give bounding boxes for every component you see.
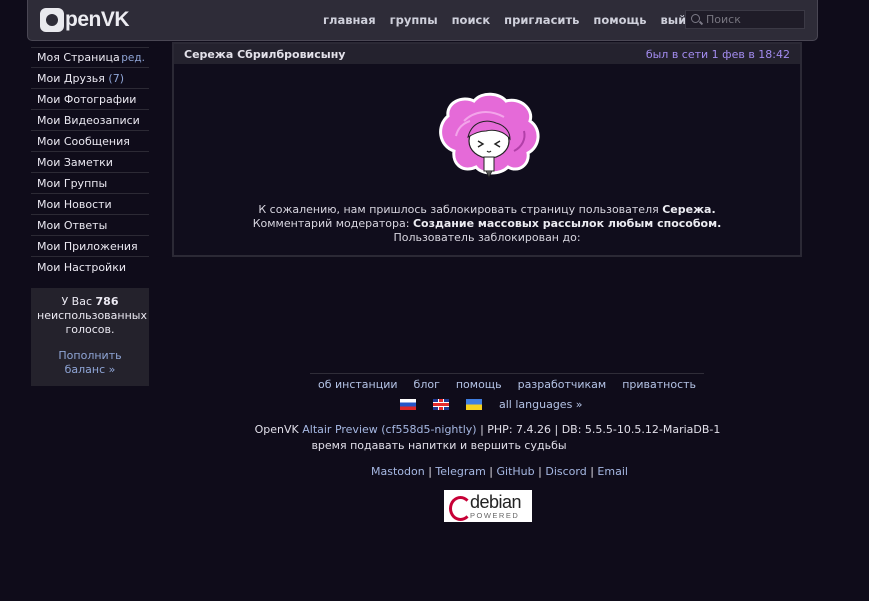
english-flag-icon[interactable]: [433, 399, 449, 410]
debian-powered: POWERED: [470, 510, 520, 520]
nav-invite[interactable]: пригласить: [504, 13, 579, 27]
sidebar-item-settings[interactable]: Мои Настройки: [31, 257, 149, 278]
footer-link-privacy[interactable]: приватность: [614, 373, 705, 397]
sidebar-item-label: Мои Сообщения: [37, 134, 130, 148]
balance-suffix: неиспользованных голосов.: [37, 309, 147, 336]
search-box: [685, 10, 805, 29]
sidebar-item-friends[interactable]: Мои Друзья (7): [31, 68, 149, 89]
blocked-mascot-image: [439, 92, 540, 178]
profile-header: Сережа Сбрилбровисыну был в сети 1 фев в…: [174, 44, 800, 64]
blocked-profile-card: Сережа Сбрилбровисыну был в сети 1 фев в…: [172, 42, 802, 257]
sidebar-item-label: Моя Страница: [37, 51, 120, 64]
footer-link-developers[interactable]: разработчикам: [509, 373, 615, 397]
nav-help[interactable]: помощь: [593, 13, 646, 27]
logo-icon: [40, 8, 64, 32]
blocked-user-name: Сережа.: [662, 203, 716, 216]
all-languages-link[interactable]: all languages »: [499, 398, 583, 411]
sidebar-item-label: Мои Настройки: [37, 261, 126, 274]
online-status: был в сети 1 фев в 18:42: [645, 47, 790, 61]
social-links: Mastodon | Telegram | GitHub | Discord |…: [371, 465, 628, 478]
blocked-message: К сожалению, нам пришлось заблокировать …: [174, 203, 800, 245]
sidebar-item-label: Мои Группы: [37, 176, 108, 190]
debian-powered-badge[interactable]: debian POWERED: [444, 490, 532, 522]
blocked-until: Пользователь заблокирован до:: [393, 231, 581, 244]
friends-count: (7): [108, 71, 124, 85]
sidebar-item-label: Мои Ответы: [37, 218, 108, 232]
language-selector: all languages »: [400, 398, 583, 411]
russian-flag-icon[interactable]: [400, 399, 416, 410]
sidebar-item-answers[interactable]: Мои Ответы: [31, 215, 149, 236]
sidebar-item-notes[interactable]: Мои Заметки: [31, 152, 149, 173]
openvk-logo[interactable]: penVK: [40, 7, 130, 33]
profile-name: Сережа Сбрилбровисыну: [184, 47, 346, 61]
sidebar-item-label: Мои Видеозаписи: [37, 113, 140, 127]
telegram-link[interactable]: Telegram: [435, 465, 485, 478]
top-nav: главная группы поиск пригласить помощь в…: [323, 13, 701, 27]
sidebar-item-label: Мои Новости: [37, 197, 112, 211]
sidebar-item-my-page[interactable]: Моя Страница ред.: [31, 47, 149, 68]
debian-word: debian: [470, 491, 522, 512]
logo-text: penVK: [65, 8, 130, 31]
sidebar-item-videos[interactable]: Мои Видеозаписи: [31, 110, 149, 131]
footer-link-about[interactable]: об инстанции: [310, 373, 406, 397]
sidebar-item-messages[interactable]: Мои Сообщения: [31, 131, 149, 152]
footer-link-blog[interactable]: блог: [405, 373, 448, 397]
sidebar-item-label: Мои Фотографии: [37, 92, 137, 106]
sidebar-item-label: Мои Заметки: [37, 155, 113, 169]
nav-home[interactable]: главная: [323, 13, 376, 27]
sidebar-item-label: Мои Друзья (7): [37, 71, 124, 85]
sidebar-item-apps[interactable]: Мои Приложения: [31, 236, 149, 257]
blocked-line-1: К сожалению, нам пришлось заблокировать …: [258, 203, 716, 216]
moderator-comment: Комментарий модератора: Создание массовы…: [252, 217, 722, 230]
moderator-comment-text: Создание массовых рассылок любым способо…: [412, 217, 722, 230]
edit-profile-link[interactable]: ред.: [121, 52, 145, 64]
search-input[interactable]: [706, 13, 802, 26]
footer-tagline: время подавать напитки и вершить судьбы: [311, 439, 567, 452]
sidebar-item-label: Мои Приложения: [37, 239, 138, 253]
sidebar-item-groups[interactable]: Мои Группы: [31, 173, 149, 194]
balance-prefix: У Вас: [61, 295, 93, 308]
nav-search[interactable]: поиск: [452, 13, 491, 27]
version-info: OpenVK Altair Preview (cf558d5-nightly) …: [254, 423, 721, 436]
search-icon: [690, 13, 704, 27]
balance-box: У Вас 786 неиспользованных голосов. Попо…: [31, 288, 149, 386]
github-link[interactable]: GitHub: [497, 465, 535, 478]
nav-groups[interactable]: группы: [390, 13, 438, 27]
email-link[interactable]: Email: [597, 465, 628, 478]
ukrainian-flag-icon[interactable]: [466, 399, 482, 410]
discord-link[interactable]: Discord: [545, 465, 586, 478]
sidebar-item-photos[interactable]: Мои Фотографии: [31, 89, 149, 110]
topup-balance-link[interactable]: Пополнить баланс »: [37, 349, 143, 377]
sidebar: Моя Страница ред. Мои Друзья (7) Мои Фот…: [31, 47, 149, 386]
votes-count: 786: [95, 295, 119, 308]
sidebar-item-news[interactable]: Мои Новости: [31, 194, 149, 215]
footer-links: об инстанции блог помощь разработчикам п…: [310, 373, 705, 397]
footer-link-help[interactable]: помощь: [447, 373, 510, 397]
debian-swirl-icon: [448, 494, 472, 521]
mastodon-link[interactable]: Mastodon: [371, 465, 425, 478]
top-header: penVK главная группы поиск пригласить по…: [27, 0, 818, 41]
version-link[interactable]: Altair Preview (cf558d5-nightly): [302, 423, 476, 436]
